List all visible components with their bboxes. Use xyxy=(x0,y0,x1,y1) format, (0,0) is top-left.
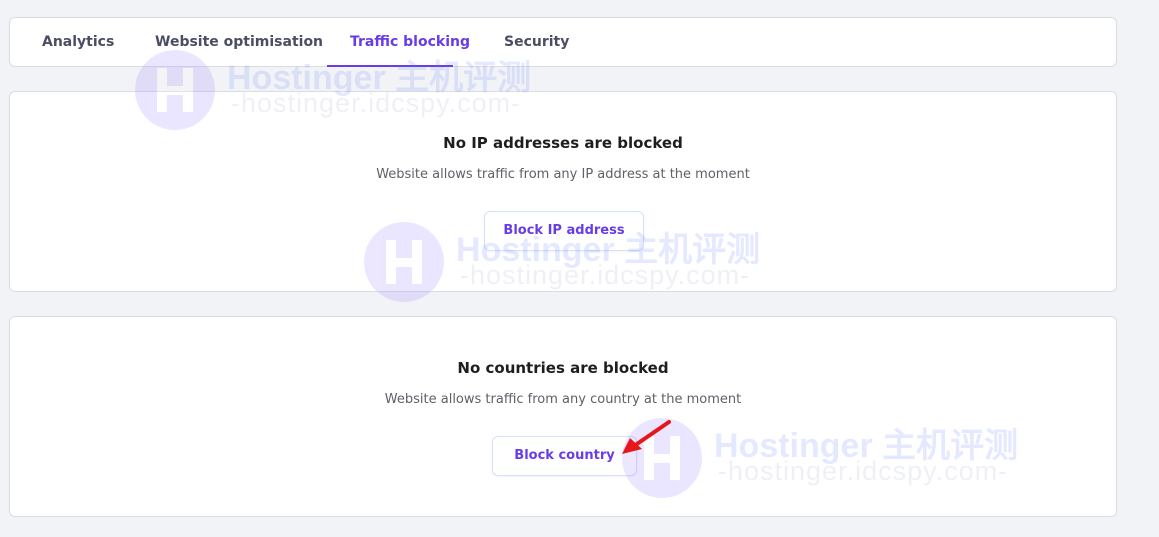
tab-traffic-blocking[interactable]: Traffic blocking xyxy=(350,18,470,66)
active-tab-indicator xyxy=(327,65,453,67)
block-country-button[interactable]: Block country xyxy=(492,436,637,476)
ip-block-description: Website allows traffic from any IP addre… xyxy=(376,167,750,182)
block-ip-address-button[interactable]: Block IP address xyxy=(484,211,644,251)
country-block-title: No countries are blocked xyxy=(457,359,669,377)
ip-blocking-card: No IP addresses are blocked Website allo… xyxy=(9,91,1117,292)
country-blocking-card: No countries are blocked Website allows … xyxy=(9,316,1117,517)
country-block-description: Website allows traffic from any country … xyxy=(384,392,742,407)
tab-website-optimisation[interactable]: Website optimisation xyxy=(155,18,323,66)
tab-security[interactable]: Security xyxy=(504,18,569,66)
ip-block-title: No IP addresses are blocked xyxy=(443,134,683,152)
tab-analytics[interactable]: Analytics xyxy=(42,18,114,66)
tabs-bar: Analytics Website optimisation Traffic b… xyxy=(9,17,1117,67)
